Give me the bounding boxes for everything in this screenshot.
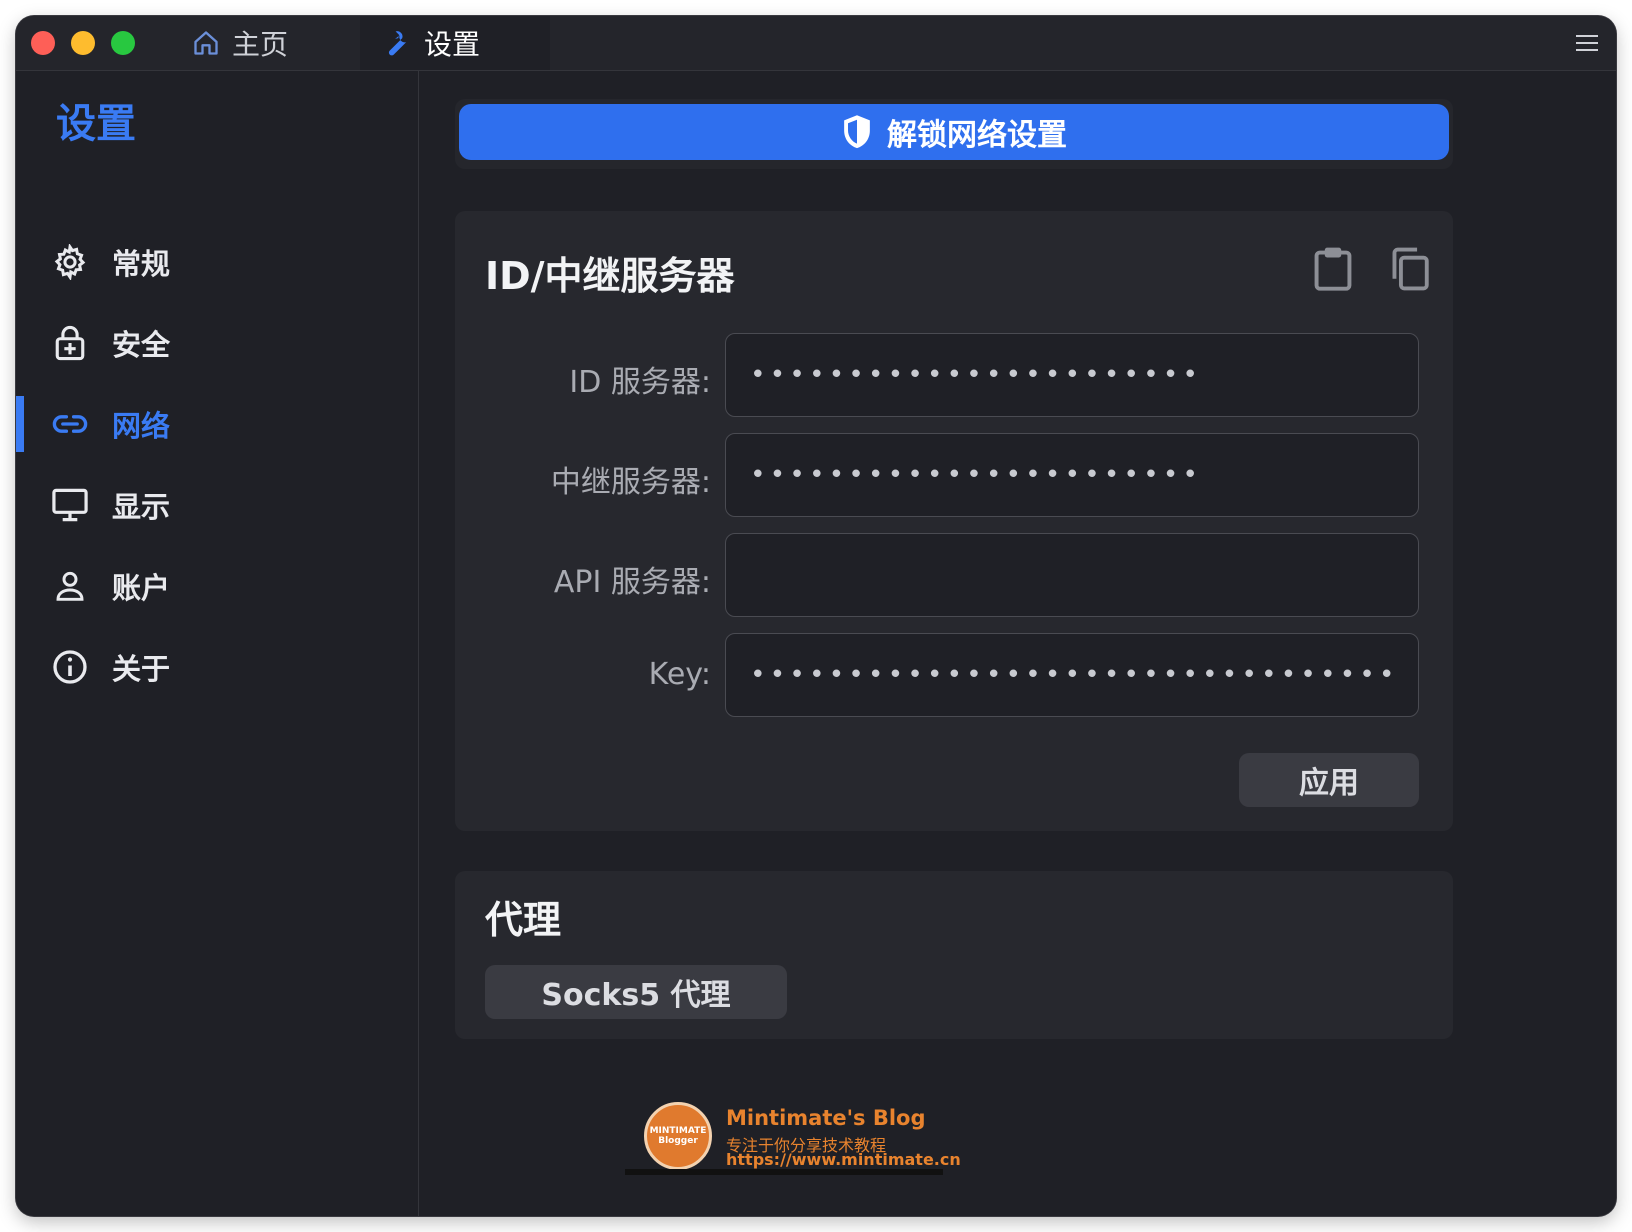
sidebar-item-label: 关于 bbox=[112, 652, 171, 686]
blog-logo-sub: Blogger bbox=[658, 1136, 698, 1146]
minimize-window-button[interactable] bbox=[71, 31, 95, 55]
tab-home-label: 主页 bbox=[232, 28, 289, 61]
zoom-window-button[interactable] bbox=[111, 31, 135, 55]
blog-logo: MINTIMATE Blogger bbox=[644, 1102, 712, 1170]
api-server-input[interactable] bbox=[725, 533, 1419, 617]
sidebar: 设置 常规 安全 网络 显示 账户 关于 bbox=[16, 71, 419, 1216]
unlock-section: 解锁网络设置 bbox=[455, 99, 1453, 169]
blog-watermark: MINTIMATE Blogger Mintimate's Blog 专注于你分… bbox=[640, 1100, 961, 1172]
link-icon bbox=[50, 404, 90, 444]
socks5-proxy-button[interactable]: Socks5 代理 bbox=[485, 965, 787, 1019]
sidebar-item-security[interactable]: 安全 bbox=[16, 315, 418, 371]
unlock-network-settings-button[interactable]: 解锁网络设置 bbox=[459, 104, 1449, 160]
card-title: ID/中继服务器 bbox=[485, 254, 735, 298]
user-icon bbox=[50, 566, 90, 606]
unlock-button-label: 解锁网络设置 bbox=[887, 118, 1067, 153]
wrench-icon bbox=[388, 31, 407, 56]
key-input[interactable] bbox=[725, 633, 1419, 717]
app-window: 主页 设置 设置 常规 安全 网络 显示 账户 关于 解锁网络设置 ID/中继服… bbox=[16, 16, 1616, 1216]
id-relay-server-card: ID/中继服务器 ID 服务器: 中继服务器: API 服务器: Key: bbox=[455, 211, 1453, 831]
sidebar-item-display[interactable]: 显示 bbox=[16, 477, 418, 533]
hamburger-menu-icon[interactable] bbox=[1576, 34, 1598, 56]
id-server-input[interactable] bbox=[725, 333, 1419, 417]
sidebar-title: 设置 bbox=[56, 101, 136, 147]
sidebar-item-label: 账户 bbox=[112, 571, 171, 605]
key-label: Key: bbox=[648, 657, 711, 692]
tab-settings[interactable]: 设置 bbox=[360, 16, 550, 70]
sidebar-item-about[interactable]: 关于 bbox=[16, 639, 418, 695]
info-icon bbox=[50, 647, 90, 687]
sidebar-item-general[interactable]: 常规 bbox=[16, 234, 418, 290]
paste-icon[interactable] bbox=[1311, 245, 1355, 293]
watermark-url: https://www.mintimate.cn bbox=[726, 1150, 961, 1169]
settings-content: 解锁网络设置 ID/中继服务器 ID 服务器: 中继服务器: A bbox=[419, 71, 1616, 1216]
lock-icon bbox=[50, 323, 90, 363]
proxy-card: 代理 Socks5 代理 bbox=[455, 871, 1453, 1039]
sidebar-item-label: 常规 bbox=[112, 247, 171, 281]
blog-logo-text: MINTIMATE bbox=[649, 1126, 707, 1136]
sidebar-item-account[interactable]: 账户 bbox=[16, 558, 418, 614]
sidebar-item-network[interactable]: 网络 bbox=[16, 396, 418, 452]
shield-icon bbox=[844, 115, 870, 149]
card-title: 代理 bbox=[485, 898, 562, 942]
title-bar: 主页 设置 bbox=[16, 16, 1616, 71]
sidebar-item-label: 网络 bbox=[112, 409, 171, 443]
watermark-bar bbox=[625, 1169, 943, 1175]
watermark-title: Mintimate's Blog bbox=[726, 1106, 926, 1130]
tab-settings-label: 设置 bbox=[424, 28, 481, 61]
home-icon bbox=[194, 31, 218, 55]
relay-server-label: 中继服务器: bbox=[550, 465, 711, 500]
gear-icon bbox=[50, 242, 90, 282]
relay-server-input[interactable] bbox=[725, 433, 1419, 517]
monitor-icon bbox=[50, 485, 90, 525]
sidebar-item-label: 显示 bbox=[112, 490, 171, 524]
tab-home[interactable]: 主页 bbox=[192, 16, 362, 70]
api-server-label: API 服务器: bbox=[553, 565, 711, 600]
apply-button[interactable]: 应用 bbox=[1239, 753, 1419, 807]
copy-icon[interactable] bbox=[1387, 245, 1431, 293]
sidebar-item-label: 安全 bbox=[112, 328, 171, 362]
id-server-label: ID 服务器: bbox=[569, 365, 711, 400]
close-window-button[interactable] bbox=[31, 31, 55, 55]
